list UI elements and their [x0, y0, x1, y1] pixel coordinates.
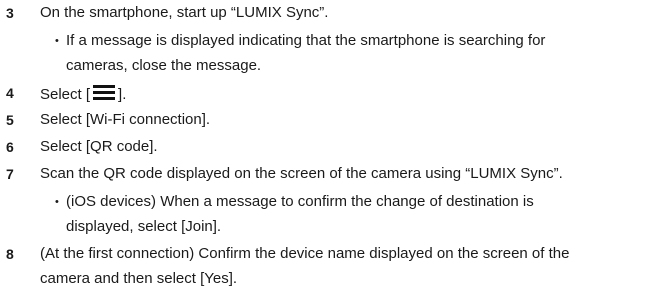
note-text-line-2: displayed, select [Join].: [66, 218, 222, 235]
note-text-line-1: If a message is displayed indicating tha…: [66, 32, 546, 49]
step-number: 6: [6, 139, 14, 155]
note-text-line-1: (iOS devices) When a message to confirm …: [66, 193, 534, 210]
menu-icon: [92, 84, 116, 102]
step-number: 8: [6, 246, 14, 262]
step-number: 3: [6, 5, 14, 21]
step-text: Scan the QR code displayed on the screen…: [40, 165, 563, 182]
step-text: Select [Wi-Fi connection].: [40, 111, 211, 128]
note-text-line-2: cameras, close the message.: [66, 57, 262, 74]
bullet-icon: •: [55, 196, 59, 208]
step-text: Select [QR code].: [40, 138, 158, 155]
instruction-page: 3 On the smartphone, start up “LUMIX Syn…: [0, 0, 660, 290]
step-text-line-1: (At the first connection) Confirm the de…: [40, 245, 570, 262]
step-text-line-2: camera and then select [Yes].: [40, 270, 238, 287]
step-number: 7: [6, 166, 14, 182]
step-number: 4: [6, 85, 14, 101]
bullet-icon: •: [55, 35, 59, 47]
step-text-after: ].: [118, 86, 127, 103]
step-number: 5: [6, 112, 14, 128]
step-text: Select [].: [40, 84, 126, 104]
step-text: On the smartphone, start up “LUMIX Sync”…: [40, 4, 329, 21]
step-text-before: Select [: [40, 86, 91, 103]
